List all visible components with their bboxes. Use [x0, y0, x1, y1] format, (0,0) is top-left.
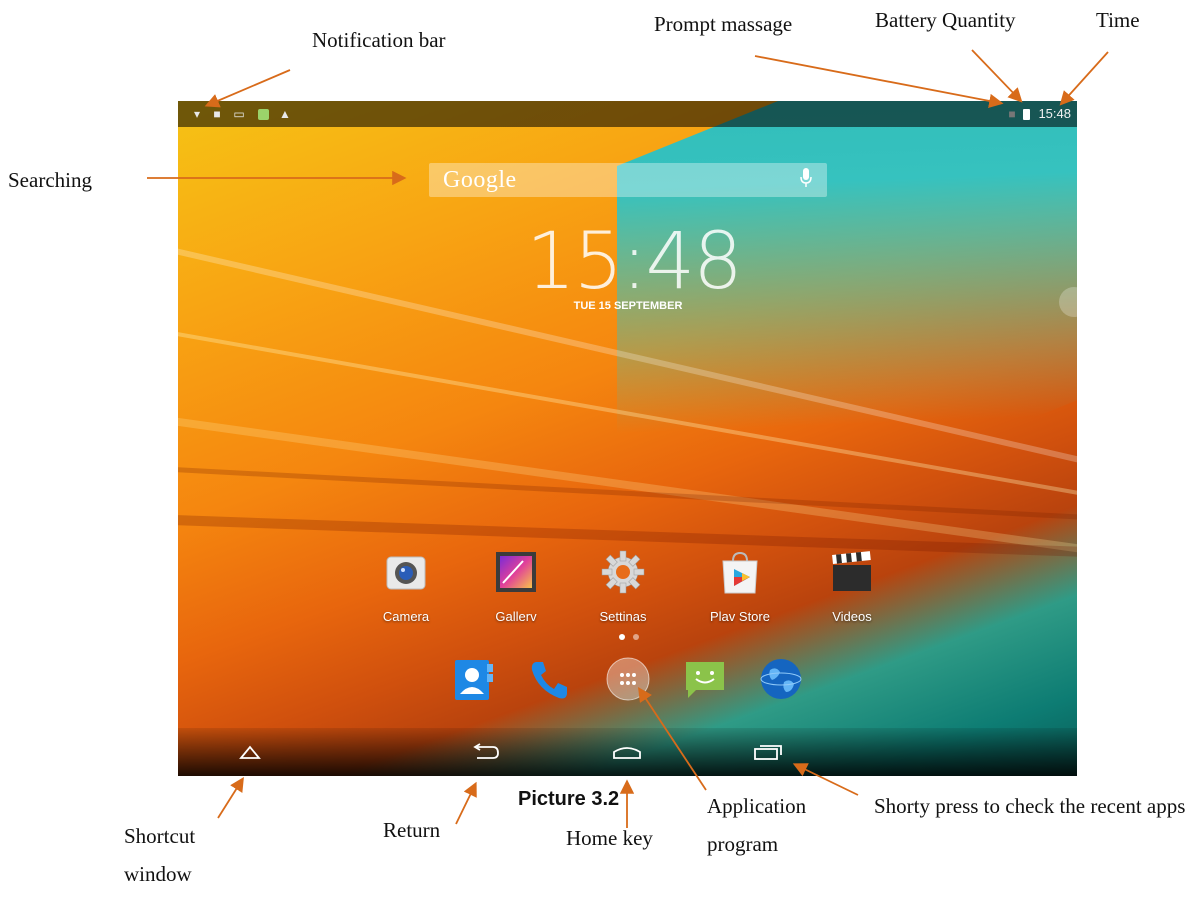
app-label: Videos: [832, 609, 872, 624]
return-arrow: [455, 781, 477, 825]
google-logo: Google: [443, 166, 517, 193]
battery-icon: [1019, 107, 1033, 121]
battery-arrow: [971, 49, 1023, 103]
app-label: Camera: [382, 609, 430, 624]
app-settings[interactable]: Settinas: [578, 549, 668, 624]
app-videos[interactable]: Videos: [807, 549, 897, 624]
play-store-icon: [717, 549, 763, 595]
gallery-icon: [256, 107, 270, 121]
searching-label: Searching: [8, 168, 92, 192]
page-indicator-active: [619, 634, 625, 640]
camera-icon: [383, 549, 429, 595]
prompt-icon: ■: [1008, 107, 1016, 121]
clapperboard-icon: [829, 549, 875, 595]
shortcut-arrow: [217, 776, 244, 819]
screen-icon: ▭: [233, 107, 245, 121]
status-time: 15:48: [1038, 106, 1071, 121]
battery-quantity-label: Battery Quantity: [875, 8, 1016, 32]
app-gallery[interactable]: Gallerv: [471, 549, 561, 624]
back-icon[interactable]: [465, 738, 505, 766]
lock-icon: ■: [213, 107, 221, 121]
app-label: Gallerv: [495, 609, 537, 624]
clock-widget-date: TUE 15 SEPTEMBER: [573, 300, 683, 312]
notification-arrow: [204, 69, 291, 108]
status-bar[interactable]: ▾ ■ ▭ ▲ ■ 15:48: [178, 101, 1077, 127]
app-label: Plav Store: [710, 609, 770, 624]
prompt-arrow: [754, 55, 1004, 109]
app-drawer-icon[interactable]: [605, 656, 651, 702]
app-label: Settinas: [599, 609, 647, 624]
home-key-label: Home key: [566, 826, 653, 850]
settings-gear-icon: [600, 549, 646, 595]
time-arrow: [1059, 51, 1109, 106]
figure-caption: Picture 3.2: [518, 788, 620, 810]
recent-apps-label: Shorty press to check the recent apps: [874, 794, 1186, 818]
app-camera[interactable]: Camera: [361, 549, 451, 624]
recent-apps-icon[interactable]: [748, 738, 788, 766]
wifi-icon: ▾: [193, 107, 201, 121]
shortcut-window-icon[interactable]: [230, 738, 270, 766]
browser-globe-icon[interactable]: [758, 656, 804, 702]
home-icon[interactable]: [607, 738, 647, 766]
prompt-message-label: Prompt massage: [654, 12, 793, 36]
time-label: Time: [1096, 8, 1140, 32]
microphone-icon[interactable]: [799, 167, 813, 194]
tablet-home-screen: ▾ ■ ▭ ▲ ■ 15:48 Google 15:48 TUE 15 SEPT…: [178, 101, 1077, 776]
notification-bar-label: Notification bar: [312, 28, 446, 52]
page-indicator-inactive: [633, 634, 639, 640]
shortcut-window-label: Shortcut window: [124, 824, 196, 886]
navigation-bar: [178, 728, 1077, 776]
application-program-label: Application program: [707, 794, 807, 856]
messaging-icon[interactable]: [682, 656, 728, 702]
app-play-store[interactable]: Plav Store: [695, 549, 785, 624]
gallery-icon: [493, 549, 539, 595]
clock-widget-time[interactable]: 15:48: [526, 217, 743, 307]
contacts-icon[interactable]: [451, 656, 497, 702]
return-label: Return: [383, 818, 441, 842]
phone-icon[interactable]: [526, 656, 572, 702]
google-search-bar[interactable]: Google: [429, 163, 827, 197]
warning-icon: ▲: [279, 107, 291, 121]
